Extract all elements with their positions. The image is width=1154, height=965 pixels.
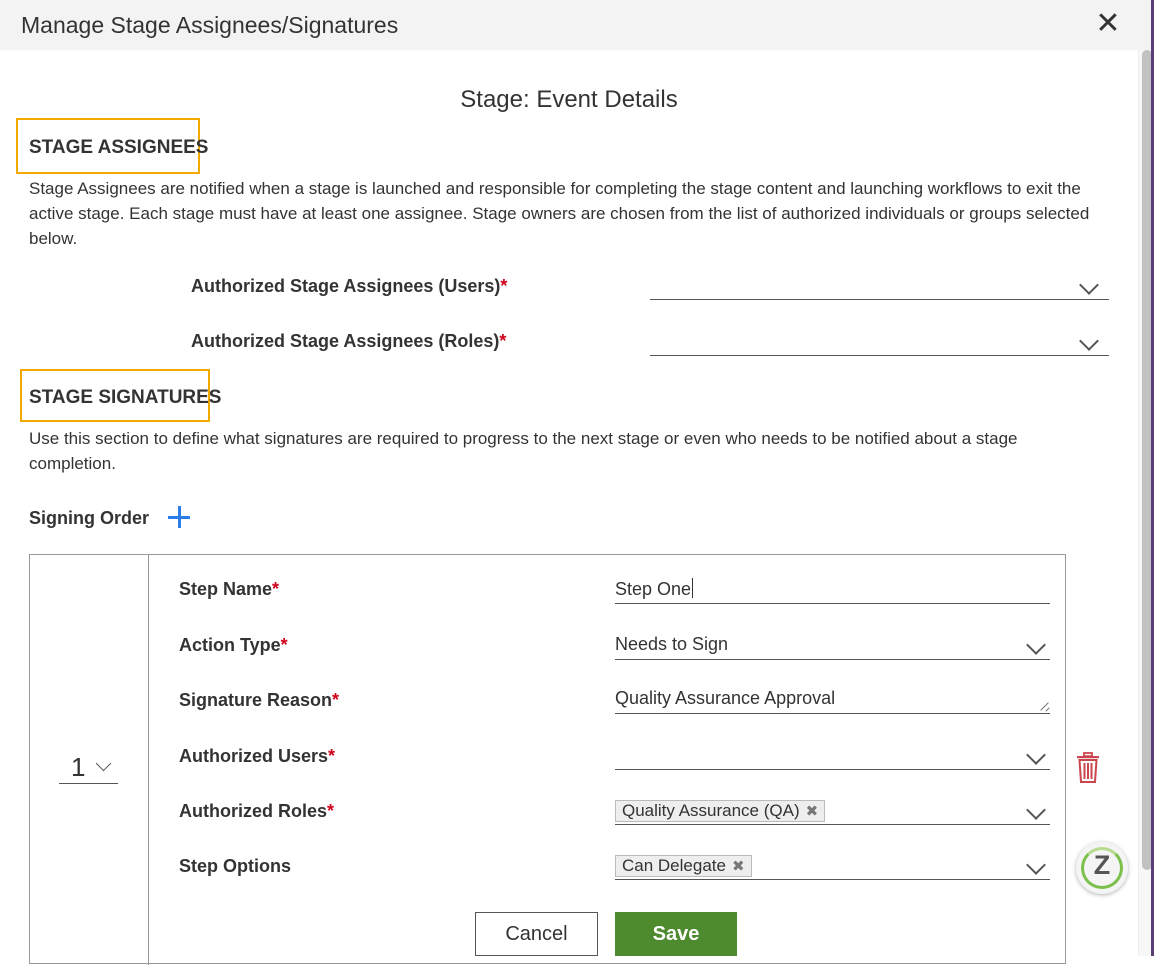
required-marker: * xyxy=(280,635,288,655)
option-tag-label: Can Delegate xyxy=(622,856,726,875)
dialog-titlebar: Manage Stage Assignees/Signatures ✕ xyxy=(0,0,1154,50)
role-tag: Quality Assurance (QA) ✖ xyxy=(615,800,826,822)
assignees-roles-label-text: Authorized Stage Assignees (Roles) xyxy=(191,331,500,351)
required-marker: * xyxy=(328,746,336,766)
signatures-section-title: STAGE SIGNATURES xyxy=(29,387,222,408)
action-type-label-text: Action Type xyxy=(179,635,281,655)
dialog-title: Manage Stage Assignees/Signatures xyxy=(21,12,399,38)
assignees-users-label: Authorized Stage Assignees (Users)* xyxy=(191,276,507,297)
text-caret xyxy=(692,578,694,598)
assignees-section-title: STAGE ASSIGNEES xyxy=(29,137,209,158)
signature-reason-value: Quality Assurance Approval xyxy=(615,688,836,708)
step-name-text: Step One xyxy=(615,579,692,599)
chevron-down-icon xyxy=(1026,635,1046,655)
authorized-roles-label-text: Authorized Roles xyxy=(179,801,328,821)
assignees-roles-select[interactable] xyxy=(650,330,1109,356)
badge-letter: Z xyxy=(1093,850,1111,880)
step-name-input[interactable]: Step One xyxy=(615,578,1050,604)
step-options-label: Step Options xyxy=(179,856,291,876)
remove-tag-icon[interactable]: ✖ xyxy=(806,802,819,822)
save-button[interactable]: Save xyxy=(615,912,737,956)
step-name-label: Step Name* xyxy=(179,579,279,600)
chevron-down-icon xyxy=(1026,855,1046,875)
step-order-value: 1 xyxy=(71,752,86,782)
action-type-select[interactable]: Needs to Sign xyxy=(615,634,1050,660)
signatures-description-line: Use this section to define what signatur… xyxy=(29,429,1018,448)
authorized-roles-label: Authorized Roles* xyxy=(179,801,334,822)
signature-reason-textarea[interactable]: Quality Assurance Approval xyxy=(615,688,1050,714)
chevron-down-icon xyxy=(95,755,112,772)
authorized-users-label-text: Authorized Users xyxy=(179,746,329,766)
chevron-down-icon xyxy=(1079,275,1099,295)
chevron-down-icon xyxy=(1026,800,1046,820)
required-marker: * xyxy=(332,690,340,710)
authorized-users-select[interactable] xyxy=(615,744,1050,770)
signature-reason-label-text: Signature Reason xyxy=(179,690,333,710)
authorized-roles-select[interactable]: Quality Assurance (QA) ✖ xyxy=(615,799,1050,825)
signature-reason-label: Signature Reason* xyxy=(179,690,339,711)
assignees-description-line: Stage Assignees are notified when a stag… xyxy=(29,179,1081,198)
z-help-badge[interactable]: Z xyxy=(1076,842,1128,894)
remove-tag-icon[interactable]: ✖ xyxy=(732,857,745,877)
required-marker: * xyxy=(272,579,280,599)
stage-heading: Stage: Event Details xyxy=(460,86,678,113)
add-step-icon[interactable] xyxy=(166,503,192,531)
step-name-value: Step One xyxy=(615,578,694,600)
chevron-down-icon xyxy=(1026,745,1046,765)
role-tag-label: Quality Assurance (QA) xyxy=(622,801,800,820)
option-tag: Can Delegate ✖ xyxy=(615,855,752,877)
close-icon[interactable]: ✕ xyxy=(1094,9,1122,41)
assignees-roles-label: Authorized Stage Assignees (Roles)* xyxy=(191,331,506,352)
assignees-description-line: active stage. Each stage must have at le… xyxy=(29,204,1090,223)
step-name-label-text: Step Name xyxy=(179,579,273,599)
required-marker: * xyxy=(327,801,335,821)
signing-order-label: Signing Order xyxy=(29,508,150,528)
resize-handle-icon[interactable] xyxy=(1040,702,1049,711)
action-type-label: Action Type* xyxy=(179,635,288,656)
table-divider xyxy=(148,555,149,965)
required-marker: * xyxy=(499,331,507,351)
trash-icon[interactable] xyxy=(1075,752,1101,784)
cancel-button[interactable]: Cancel xyxy=(475,912,598,956)
assignees-description-line: below. xyxy=(29,229,78,248)
step-order-select[interactable]: 1 xyxy=(59,752,118,784)
assignees-users-select[interactable] xyxy=(650,274,1109,300)
signatures-description: Use this section to define what signatur… xyxy=(29,426,1018,476)
authorized-users-label: Authorized Users* xyxy=(179,746,335,767)
required-marker: * xyxy=(500,276,508,296)
action-type-value: Needs to Sign xyxy=(615,634,729,654)
step-options-select[interactable]: Can Delegate ✖ xyxy=(615,854,1050,880)
assignees-description: Stage Assignees are notified when a stag… xyxy=(29,176,1089,251)
manage-stage-dialog: Manage Stage Assignees/Signatures ✕ Stag… xyxy=(0,0,1154,965)
signatures-description-line: completion. xyxy=(29,454,116,473)
chevron-down-icon xyxy=(1079,331,1099,351)
assignees-users-label-text: Authorized Stage Assignees (Users) xyxy=(191,276,501,296)
